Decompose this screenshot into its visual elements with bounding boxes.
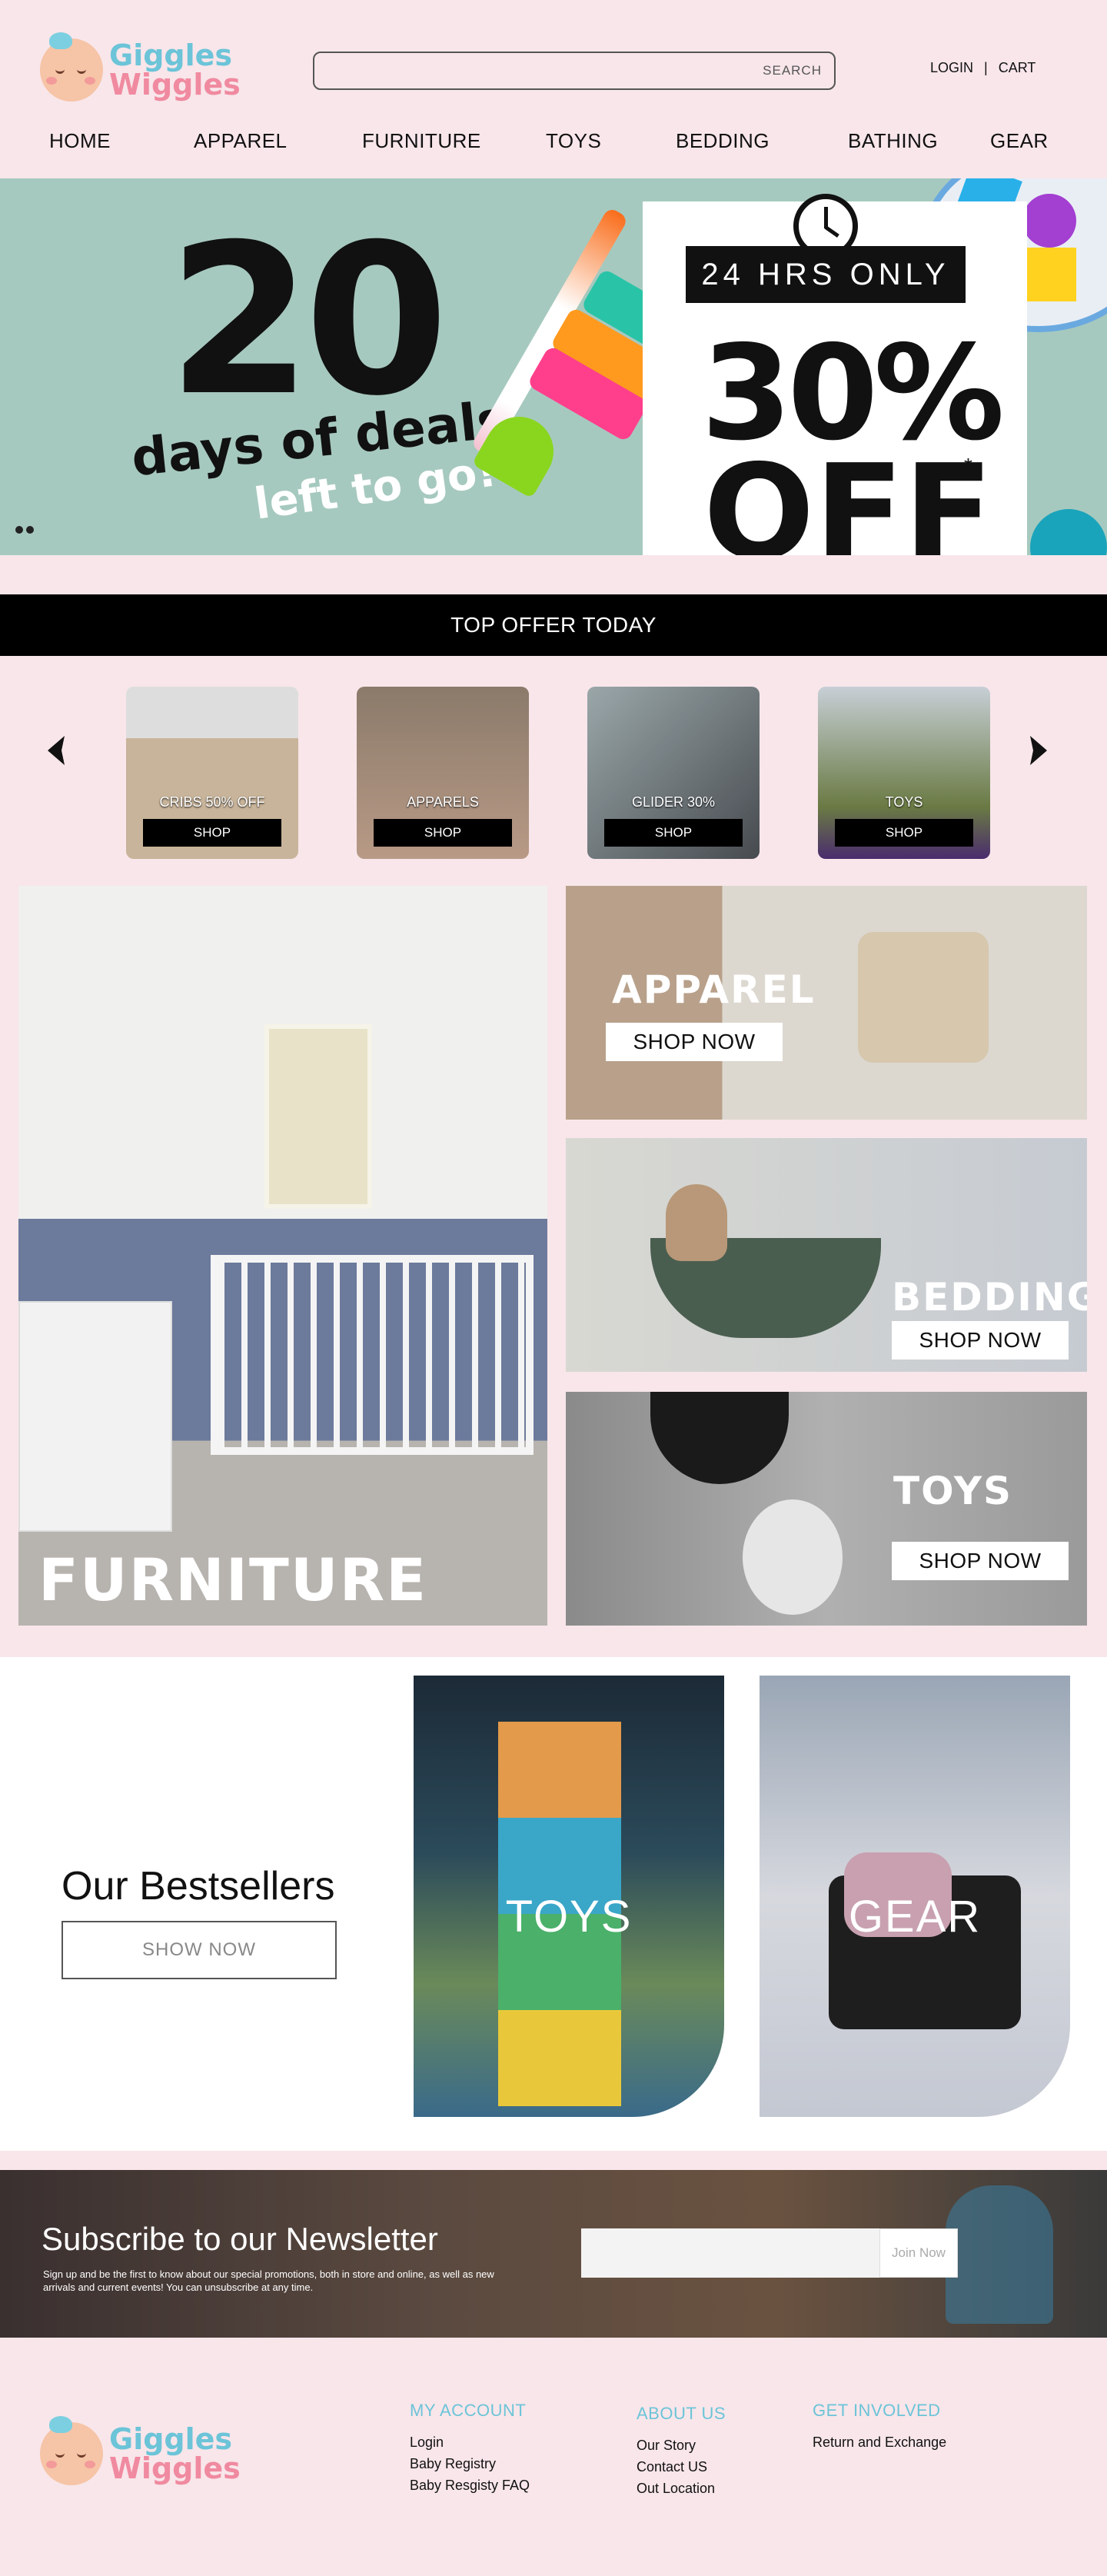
prev-arrow-icon[interactable] (38, 731, 77, 770)
nav-gear[interactable]: GEAR (990, 129, 1049, 153)
baby-face-icon (40, 32, 103, 102)
plush-bear-image (743, 1499, 843, 1615)
countdown-number: 20 (168, 199, 449, 441)
toys-tile[interactable]: TOYS SHOP NOW (566, 1392, 1087, 1626)
join-now-button[interactable]: Join Now (879, 2228, 958, 2278)
furniture-title: FURNITURE (38, 1546, 428, 1614)
wall-art-image (264, 1024, 372, 1209)
footer-heading: GET INVOLVED (813, 2401, 941, 2420)
footer-logo[interactable]: Giggles Wiggles (40, 2416, 241, 2485)
footer-heading: ABOUT US (637, 2404, 726, 2423)
apparel-title: APPAREL (612, 967, 816, 1012)
top-links: LOGIN | CART (930, 60, 1036, 76)
baby-face-icon (40, 2416, 103, 2485)
nav-home[interactable]: HOME (49, 129, 111, 153)
nav-bathing[interactable]: BATHING (848, 129, 938, 153)
newsletter-title: Subscribe to our Newsletter (42, 2221, 438, 2257)
card-shop-button[interactable]: SHOP (374, 819, 512, 847)
bestseller-gear-tile[interactable]: GEAR (760, 1676, 1070, 2117)
bedding-tile[interactable]: BEDDING SHOP NOW (566, 1138, 1087, 1372)
bedding-shop-now-button[interactable]: SHOP NOW (892, 1321, 1069, 1360)
brand-line-2: Wiggles (109, 68, 241, 102)
carousel-card-apparels[interactable]: APPARELS SHOP (357, 687, 529, 859)
show-now-button[interactable]: SHOW NOW (62, 1921, 337, 1979)
wooden-toy-image (946, 2185, 1053, 2324)
bestseller-toys-label: TOYS (505, 1892, 633, 1942)
next-arrow-icon[interactable] (1018, 731, 1056, 770)
search-input[interactable] (321, 58, 736, 84)
ball-image (1030, 509, 1107, 555)
card-label: CRIBS 50% OFF (159, 794, 265, 810)
dresser-image (18, 1301, 172, 1532)
bestseller-gear-label: GEAR (848, 1892, 982, 1942)
hero-banner[interactable]: 20 days of deals left to go! 24 HRS ONLY… (0, 178, 1107, 555)
footer-about-us: ABOUT US Our Story Contact US Out Locati… (637, 2404, 726, 2499)
footer-link-location[interactable]: Out Location (637, 2478, 726, 2499)
bestsellers-section: Our Bestsellers SHOW NOW TOYS GEAR (0, 1657, 1107, 2151)
brand-line-1: Giggles (109, 38, 233, 72)
teddy-bear-image (666, 1184, 727, 1261)
nav-apparel[interactable]: APPAREL (194, 129, 288, 153)
carousel-card-toys[interactable]: TOYS SHOP (818, 687, 990, 859)
sweater-image (858, 932, 989, 1063)
search-bar: SEARCH (313, 52, 836, 90)
brand-line-1: Giggles (109, 2422, 233, 2456)
newsletter-text: Sign up and be the first to know about o… (43, 2268, 494, 2293)
main-nav: HOME APPAREL FURNITURE TOYS BEDDING BATH… (0, 129, 1107, 160)
footer-my-account: MY ACCOUNT Login Baby Registry Baby Resg… (410, 2401, 530, 2496)
footer-link-baby-registry[interactable]: Baby Registry (410, 2453, 530, 2474)
mobile-image (650, 1392, 789, 1484)
crib-image (211, 1255, 534, 1455)
apparel-tile[interactable]: APPAREL SHOP NOW (566, 886, 1087, 1120)
footer-heading: MY ACCOUNT (410, 2401, 527, 2420)
footer-link-contact[interactable]: Contact US (637, 2456, 726, 2478)
card-shop-button[interactable]: SHOP (143, 819, 281, 847)
footer-link-login[interactable]: Login (410, 2431, 530, 2453)
carousel-card-cribs[interactable]: CRIBS 50% OFF SHOP (126, 687, 298, 859)
login-link[interactable]: LOGIN (930, 60, 973, 76)
carousel-card-glider[interactable]: GLIDER 30% SHOP (587, 687, 760, 859)
toys-shop-now-button[interactable]: SHOP NOW (892, 1542, 1069, 1580)
card-shop-button[interactable]: SHOP (835, 819, 973, 847)
nav-bedding[interactable]: BEDDING (676, 129, 770, 153)
card-label: APPARELS (407, 794, 479, 810)
nav-furniture[interactable]: FURNITURE (362, 129, 481, 153)
footer-link-registry-faq[interactable]: Baby Resgisty FAQ (410, 2474, 530, 2496)
footer-link-return-exchange[interactable]: Return and Exchange (813, 2431, 946, 2453)
brand-logo[interactable]: Giggles Wiggles (40, 32, 241, 102)
toys-title: TOYS (893, 1469, 1013, 1513)
bestsellers-title: Our Bestsellers (62, 1864, 335, 1909)
category-mosaic: FURNITURE APPAREL SHOP NOW BEDDING SHOP … (0, 869, 1107, 1657)
site-header: Giggles Wiggles SEARCH LOGIN | CART HOME… (0, 0, 1107, 178)
footer-get-involved: GET INVOLVED Return and Exchange (813, 2401, 946, 2453)
bedding-title: BEDDING (892, 1275, 1087, 1320)
offer-carousel: CRIBS 50% OFF SHOP APPARELS SHOP GLIDER … (0, 656, 1107, 871)
slider-dots[interactable] (15, 526, 34, 534)
link-separator: | (984, 60, 988, 75)
cart-link[interactable]: CART (999, 60, 1036, 76)
footer-link-our-story[interactable]: Our Story (637, 2435, 726, 2456)
newsletter-email-input[interactable] (581, 2228, 879, 2278)
bestseller-toys-tile[interactable]: TOYS (414, 1676, 724, 2117)
top-offer-bar: TOP OFFER TODAY (0, 594, 1107, 656)
newsletter-section: Subscribe to our Newsletter Sign up and … (0, 2170, 1107, 2338)
brand-line-2: Wiggles (109, 2451, 241, 2485)
discount-off: OFF (703, 437, 993, 555)
site-footer: Giggles Wiggles MY ACCOUNT Login Baby Re… (0, 2338, 1107, 2576)
card-label: GLIDER 30% (631, 794, 716, 810)
search-button[interactable]: SEARCH (763, 63, 822, 78)
card-shop-button[interactable]: SHOP (604, 819, 743, 847)
apparel-shop-now-button[interactable]: SHOP NOW (606, 1023, 783, 1061)
hours-badge: 24 HRS ONLY (686, 246, 966, 303)
asterisk: * (964, 454, 972, 478)
card-label: TOYS (885, 794, 923, 810)
furniture-tile[interactable]: FURNITURE (18, 886, 547, 1626)
nav-toys[interactable]: TOYS (546, 129, 601, 153)
